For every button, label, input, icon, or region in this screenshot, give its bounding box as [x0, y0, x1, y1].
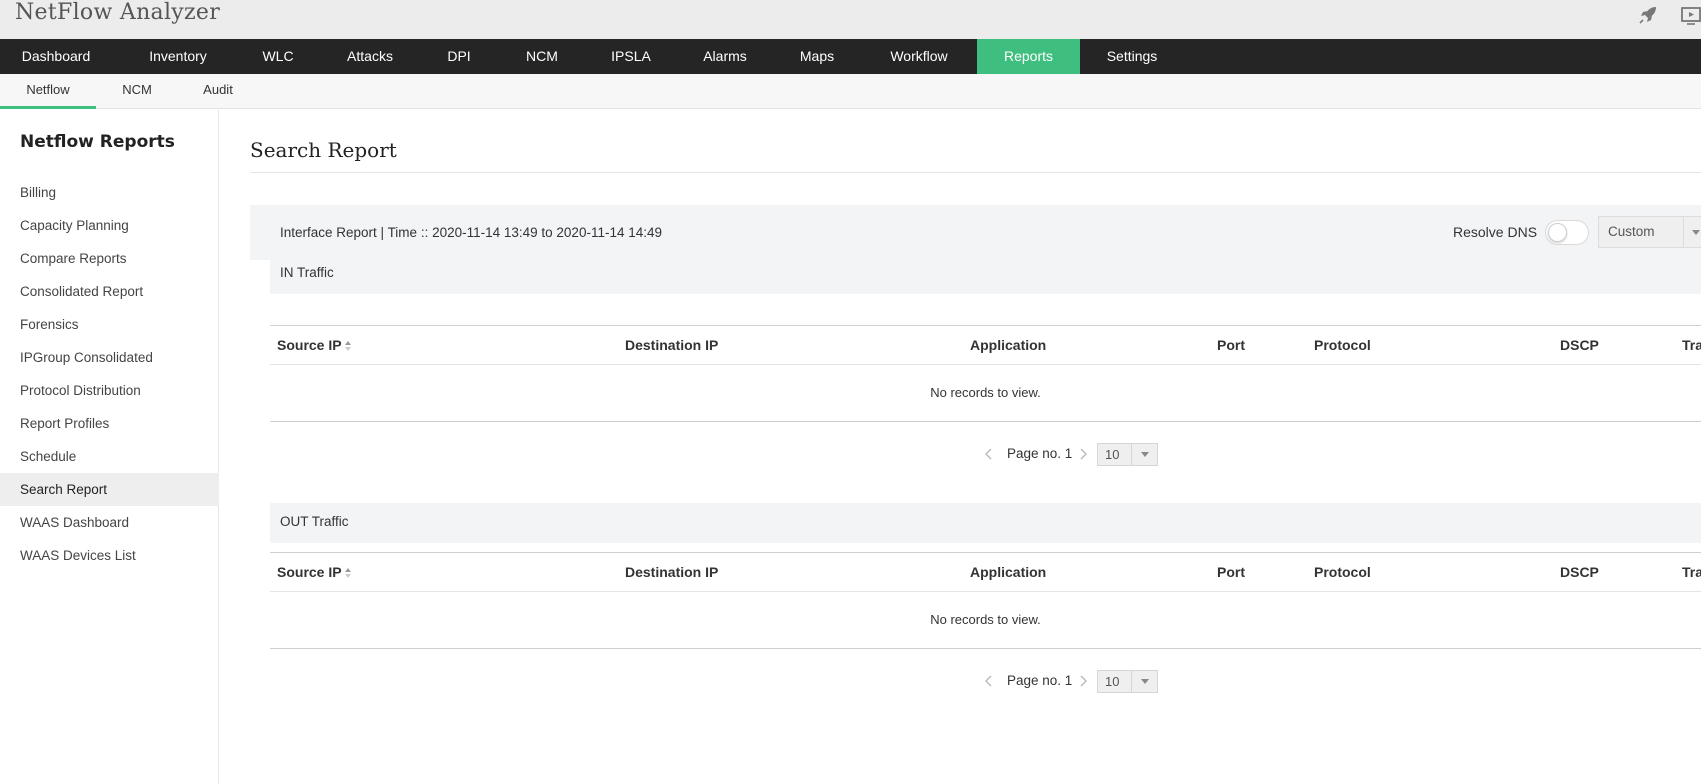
nav-dashboard[interactable]: Dashboard: [10, 39, 102, 74]
in-traffic-header: IN Traffic: [270, 254, 1701, 294]
column-application[interactable]: Application: [970, 553, 1046, 591]
chevron-left-icon[interactable]: [985, 448, 993, 460]
sidebar-item-report-profiles[interactable]: Report Profiles: [0, 407, 219, 440]
sidebar: Netflow Reports Billing Capacity Plannin…: [0, 110, 219, 784]
sidebar-item-compare-reports[interactable]: Compare Reports: [0, 242, 219, 275]
chevron-left-icon[interactable]: [985, 675, 993, 687]
time-period-value: Custom: [1608, 224, 1655, 239]
nav-maps[interactable]: Maps: [789, 39, 845, 74]
chevron-down-icon: [1683, 217, 1701, 247]
sub-nav: Netflow NCM Audit: [0, 74, 1701, 109]
sidebar-item-waas-devices-list[interactable]: WAAS Devices List: [0, 539, 219, 572]
sidebar-item-capacity-planning[interactable]: Capacity Planning: [0, 209, 219, 242]
column-traffic[interactable]: Tra: [1682, 553, 1701, 591]
rocket-icon[interactable]: [1637, 4, 1659, 26]
chevron-down-icon: [1131, 444, 1157, 465]
subnav-audit[interactable]: Audit: [192, 74, 244, 109]
in-traffic-empty-row: No records to view.: [270, 365, 1701, 422]
nav-alarms[interactable]: Alarms: [690, 39, 760, 74]
page-number-label: Page no. 1: [1007, 673, 1073, 688]
resolve-dns-toggle[interactable]: [1545, 220, 1589, 245]
sidebar-item-waas-dashboard[interactable]: WAAS Dashboard: [0, 506, 219, 539]
sidebar-item-ipgroup-consolidated[interactable]: IPGroup Consolidated: [0, 341, 219, 374]
in-traffic-table-header: Source IP Destination IP Application Por…: [270, 325, 1701, 365]
nav-reports[interactable]: Reports: [977, 39, 1080, 74]
sidebar-title: Netflow Reports: [20, 132, 175, 152]
sidebar-item-protocol-distribution[interactable]: Protocol Distribution: [0, 374, 219, 407]
out-traffic-empty-row: No records to view.: [270, 592, 1701, 649]
nav-inventory[interactable]: Inventory: [134, 39, 222, 74]
app-title: NetFlow Analyzer: [15, 0, 221, 25]
out-traffic-header: OUT Traffic: [270, 503, 1701, 543]
out-traffic-table-header: Source IP Destination IP Application Por…: [270, 552, 1701, 592]
column-protocol[interactable]: Protocol: [1314, 326, 1371, 364]
column-source-ip[interactable]: Source IP: [277, 553, 352, 591]
subnav-ncm[interactable]: NCM: [110, 74, 164, 109]
sort-icon: [344, 341, 352, 351]
screen-share-icon[interactable]: [1680, 4, 1701, 26]
sidebar-item-forensics[interactable]: Forensics: [0, 308, 219, 341]
sidebar-item-billing[interactable]: Billing: [0, 176, 219, 209]
column-application[interactable]: Application: [970, 326, 1046, 364]
column-port[interactable]: Port: [1217, 553, 1245, 591]
page-size-select[interactable]: 10: [1097, 670, 1158, 693]
nav-ipsla[interactable]: IPSLA: [601, 39, 661, 74]
chevron-down-icon: [1131, 671, 1157, 692]
nav-dpi[interactable]: DPI: [432, 39, 486, 74]
app-header: NetFlow Analyzer: [0, 0, 1701, 39]
sidebar-item-schedule[interactable]: Schedule: [0, 440, 219, 473]
sidebar-item-search-report[interactable]: Search Report: [0, 473, 219, 506]
column-destination-ip[interactable]: Destination IP: [625, 553, 718, 591]
page-number-label: Page no. 1: [1007, 446, 1073, 461]
nav-wlc[interactable]: WLC: [252, 39, 304, 74]
column-destination-ip[interactable]: Destination IP: [625, 326, 718, 364]
subnav-netflow[interactable]: Netflow: [0, 74, 96, 109]
main-nav: Dashboard Inventory WLC Attacks DPI NCM …: [0, 39, 1701, 74]
chevron-right-icon[interactable]: [1079, 675, 1087, 687]
in-traffic-title: IN Traffic: [280, 265, 334, 280]
report-time-range: Interface Report | Time :: 2020-11-14 13…: [280, 225, 663, 240]
page-size-value: 10: [1105, 447, 1120, 462]
nav-attacks[interactable]: Attacks: [335, 39, 405, 74]
nav-settings[interactable]: Settings: [1096, 39, 1168, 74]
title-divider: [250, 172, 1701, 173]
page-size-value: 10: [1105, 674, 1120, 689]
in-traffic-pager: Page no. 1 10: [220, 442, 1701, 466]
out-traffic-pager: Page no. 1 10: [220, 669, 1701, 693]
nav-workflow[interactable]: Workflow: [877, 39, 961, 74]
column-dscp[interactable]: DSCP: [1560, 326, 1599, 364]
column-traffic[interactable]: Tra: [1682, 326, 1701, 364]
empty-message: No records to view.: [930, 385, 1041, 400]
toggle-knob: [1548, 223, 1567, 242]
main-content: Search Report Interface Report | Time ::…: [220, 110, 1701, 784]
time-period-select[interactable]: Custom: [1598, 216, 1701, 248]
sort-icon: [344, 568, 352, 578]
nav-ncm[interactable]: NCM: [514, 39, 570, 74]
sidebar-item-consolidated-report[interactable]: Consolidated Report: [0, 275, 219, 308]
resolve-dns-label: Resolve DNS: [1453, 224, 1538, 240]
column-dscp[interactable]: DSCP: [1560, 553, 1599, 591]
chevron-right-icon[interactable]: [1079, 448, 1087, 460]
page-size-select[interactable]: 10: [1097, 443, 1158, 466]
page-title: Search Report: [250, 138, 397, 162]
out-traffic-title: OUT Traffic: [280, 514, 349, 529]
column-protocol[interactable]: Protocol: [1314, 553, 1371, 591]
column-port[interactable]: Port: [1217, 326, 1245, 364]
column-source-ip[interactable]: Source IP: [277, 326, 352, 364]
empty-message: No records to view.: [930, 612, 1041, 627]
filter-bar: Interface Report | Time :: 2020-11-14 13…: [250, 205, 1701, 260]
